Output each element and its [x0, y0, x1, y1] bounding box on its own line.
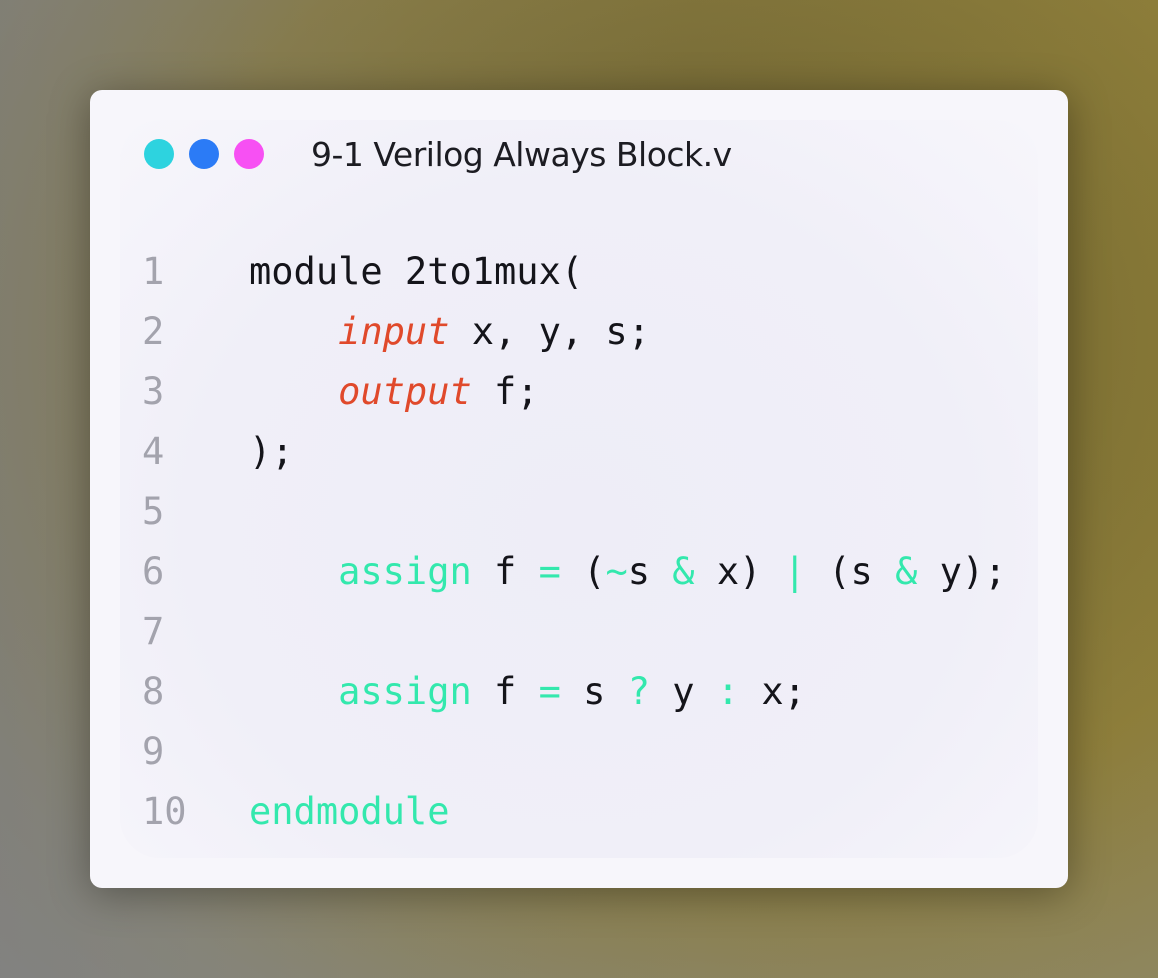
code-token: module 2to1mux( — [249, 250, 584, 293]
code-text: assign f = (~s & x) | (s & y); — [249, 542, 1006, 602]
title-bar: 9-1 Verilog Always Block.v — [144, 134, 732, 174]
file-title: 9-1 Verilog Always Block.v — [311, 134, 732, 174]
line-number: 3 — [142, 370, 165, 413]
line-number: 8 — [142, 670, 165, 713]
keyword-token: endmodule — [249, 790, 450, 833]
line-number: 4 — [142, 430, 165, 473]
keyword-token: & — [895, 550, 918, 593]
keyword-token: assign — [338, 550, 472, 593]
line-number: 2 — [142, 310, 165, 353]
keyword-token: assign — [338, 670, 472, 713]
code-line[interactable]: 5 — [142, 482, 1006, 542]
keyword-token: ~ — [605, 550, 628, 593]
code-line[interactable]: 6 assign f = (~s & x) | (s & y); — [142, 542, 1006, 602]
code-token: y — [649, 670, 717, 713]
code-token: s — [627, 550, 673, 593]
code-line[interactable]: 1 module 2to1mux( — [142, 242, 1006, 302]
line-number: 5 — [142, 490, 165, 533]
code-text: module 2to1mux( — [249, 242, 583, 302]
code-line[interactable]: 10 endmodule — [142, 782, 1006, 842]
line-number: 6 — [142, 550, 165, 593]
code-token: f — [471, 670, 539, 713]
keyword-token: = — [538, 550, 561, 593]
line-number: 1 — [142, 250, 165, 293]
line-number: 7 — [142, 610, 165, 653]
code-text: input x, y, s; — [249, 302, 650, 362]
code-token: f; — [471, 370, 539, 413]
line-number: 9 — [142, 730, 165, 773]
code-line[interactable]: 9 — [142, 722, 1006, 782]
keyword-token: ? — [627, 670, 650, 713]
keyword-token: input — [338, 310, 450, 353]
code-text: output f; — [249, 362, 539, 422]
keyword-token: = — [538, 670, 561, 713]
window-dot-blue[interactable] — [189, 139, 219, 169]
code-editor[interactable]: 1 module 2to1mux(2 input x, y, s; 3 output… — [142, 242, 1006, 842]
code-line[interactable]: 4); — [142, 422, 1006, 482]
code-token: ); — [249, 430, 294, 473]
code-token: f — [471, 550, 539, 593]
window-dot-cyan[interactable] — [144, 139, 174, 169]
code-line[interactable]: 3 output f; — [142, 362, 1006, 422]
code-window: 9-1 Verilog Always Block.v 1 module 2to1m… — [90, 90, 1068, 888]
code-text: assign f = s ? y : x; — [249, 662, 806, 722]
code-token: y); — [917, 550, 1007, 593]
keyword-token: | — [783, 550, 806, 593]
code-text: endmodule — [249, 782, 449, 842]
code-token: s — [560, 670, 628, 713]
keyword-token: & — [672, 550, 695, 593]
keyword-token: output — [338, 370, 472, 413]
code-token: x) — [694, 550, 784, 593]
code-token: (s — [805, 550, 896, 593]
code-text: ); — [249, 422, 294, 482]
code-line[interactable]: 8 assign f = s ? y : x; — [142, 662, 1006, 722]
code-line[interactable]: 2 input x, y, s; — [142, 302, 1006, 362]
window-dot-magenta[interactable] — [234, 139, 264, 169]
code-line[interactable]: 7 — [142, 602, 1006, 662]
keyword-token: : — [716, 670, 740, 713]
code-token: ( — [560, 550, 606, 593]
line-number: 10 — [142, 790, 187, 833]
code-token: x, y, s; — [449, 310, 650, 353]
code-token: x; — [739, 670, 806, 713]
